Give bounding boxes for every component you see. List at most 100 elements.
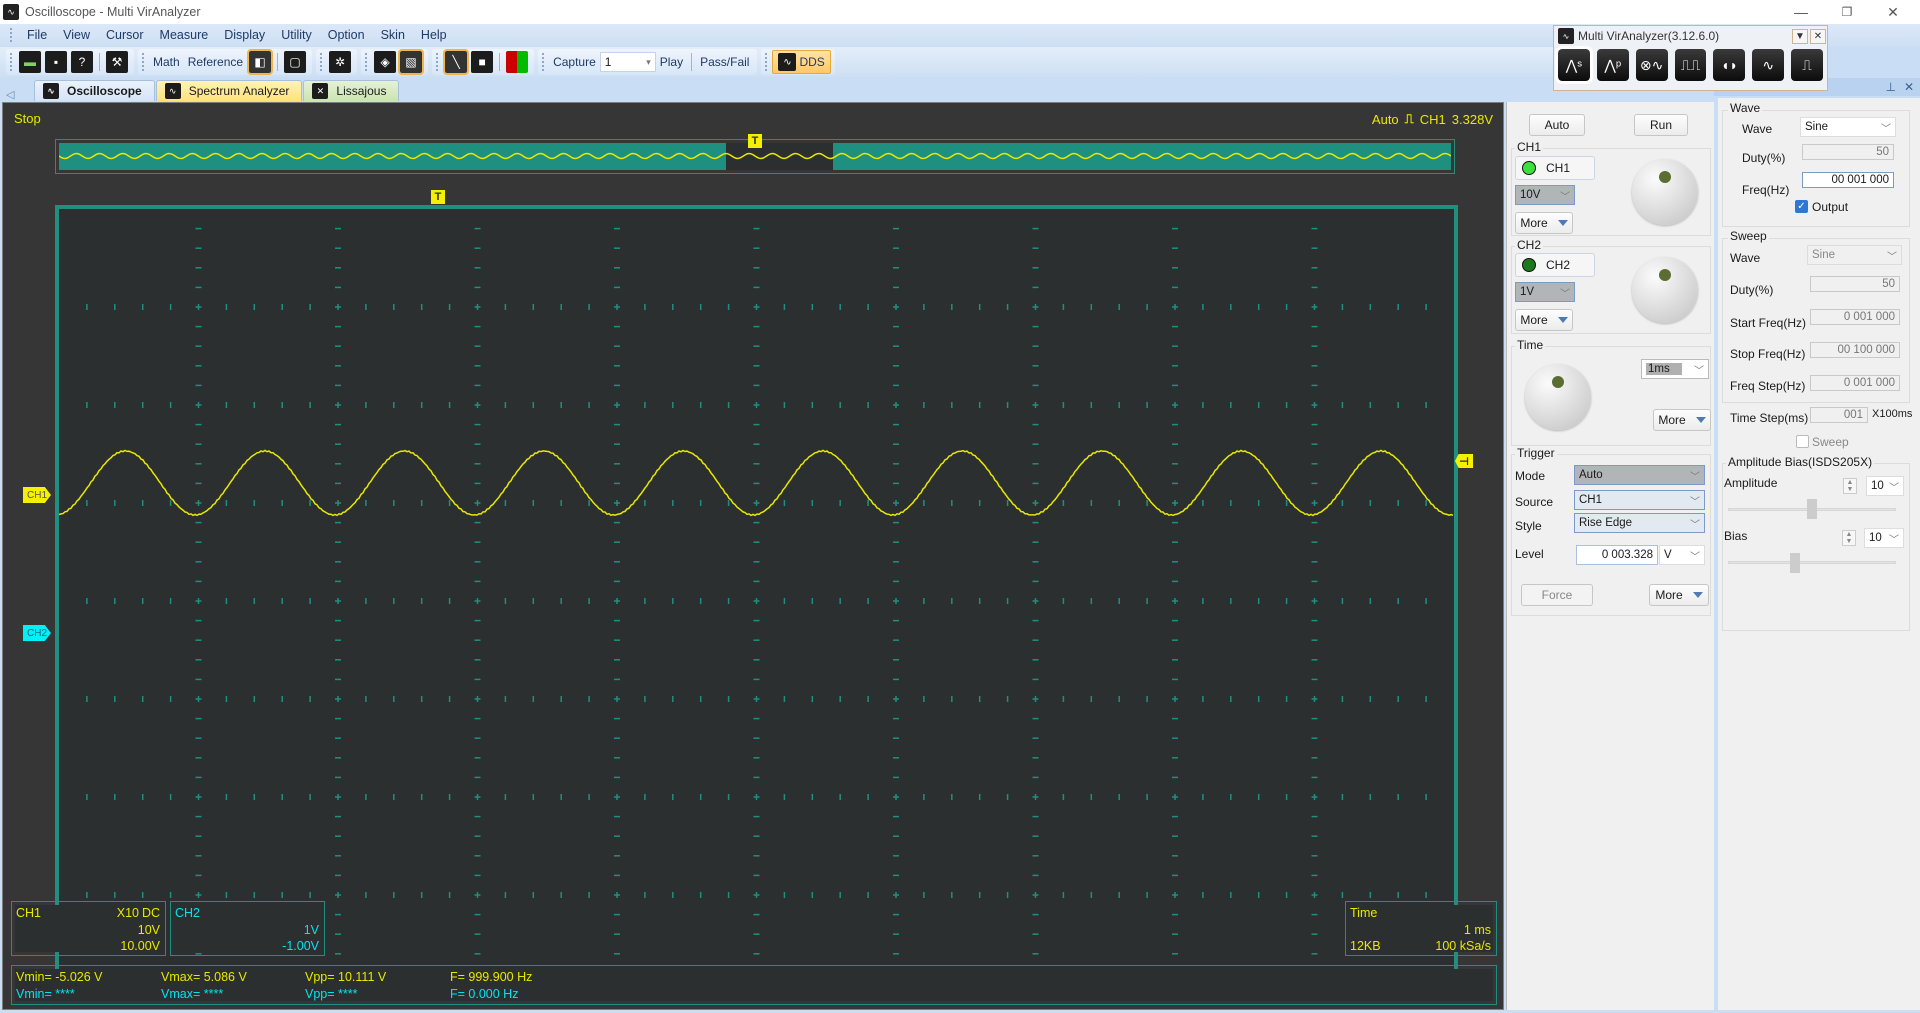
chevron-down-icon: ﹀ — [1690, 471, 1700, 483]
ch2-volts-select[interactable]: 1V ﹀ — [1515, 282, 1575, 302]
oscilloscope-icon: ∿ — [43, 83, 59, 99]
trigger-more-button[interactable]: More — [1649, 584, 1709, 606]
tab-lissajous[interactable]: ✕ Lissajous — [303, 80, 400, 101]
math-button[interactable]: Math — [149, 55, 184, 69]
spin-down-icon[interactable]: ▼ — [1847, 486, 1854, 493]
amplitude-slider-thumb[interactable] — [1807, 499, 1817, 519]
ch1-volts-select[interactable]: 10V ﹀ — [1515, 185, 1575, 205]
ch1-offset-marker[interactable]: CH1 — [23, 487, 51, 503]
close-button[interactable]: ✕ — [1870, 0, 1916, 24]
ch2-enable-button[interactable]: CH2 — [1515, 253, 1595, 277]
trigger-level-marker[interactable]: ⊣ — [1455, 454, 1473, 468]
ch2-offset-marker[interactable]: CH2 — [23, 625, 51, 641]
menu-measure[interactable]: Measure — [152, 28, 217, 42]
probe-icon[interactable]: ◈ — [374, 51, 397, 73]
open-folder-icon[interactable]: ▬ — [19, 51, 41, 73]
reference-button[interactable]: Reference — [184, 55, 247, 69]
spectrum-s-tool-icon[interactable]: ⋀ˢ — [1555, 46, 1593, 84]
save-icon[interactable]: ▪ — [45, 51, 67, 73]
amplitude-spinner[interactable]: ▲ ▼ — [1843, 478, 1857, 494]
spectrum-p-tool-icon[interactable]: ⋀ᵖ — [1596, 49, 1629, 81]
line-draw-icon[interactable]: ╲ — [443, 49, 470, 75]
overview-trigger-marker[interactable]: T — [748, 134, 762, 148]
burst-wave-tool-icon[interactable]: ◖◗ — [1713, 49, 1746, 81]
menu-skin[interactable]: Skin — [373, 28, 413, 42]
stop-square-icon[interactable]: ■ — [471, 51, 494, 73]
tab-oscilloscope[interactable]: ∿ Oscilloscope — [34, 80, 155, 101]
chevron-down-icon — [1557, 220, 1568, 226]
sweep-duty-input[interactable]: 50 — [1810, 276, 1900, 292]
trigger-position-marker[interactable]: T — [431, 190, 445, 204]
time-base-knob[interactable] — [1525, 364, 1591, 430]
duty-input[interactable]: 50 — [1802, 144, 1894, 160]
dds-close-icon[interactable]: ✕ — [1904, 80, 1914, 94]
tab-spectrum-analyzer[interactable]: ∿ Spectrum Analyzer — [155, 80, 303, 101]
spin-up-icon[interactable]: ▲ — [1847, 479, 1854, 486]
tool-window-titlebar[interactable]: ∿ Multi VirAnalyzer(3.12.6.0) — [1554, 26, 1827, 46]
tool-window-close-icon[interactable]: ✕ — [1810, 29, 1826, 44]
time-step-input[interactable]: 001 — [1810, 407, 1868, 423]
menu-option[interactable]: Option — [320, 28, 373, 42]
freq-input[interactable]: 00 001 000 — [1802, 172, 1894, 188]
bias-select[interactable]: 10 ﹀ — [1864, 528, 1904, 548]
auto-button[interactable]: Auto — [1529, 114, 1585, 136]
force-trigger-button[interactable]: Force — [1521, 584, 1593, 606]
freq-step-input[interactable]: 0 001 000 — [1810, 375, 1900, 391]
ch2-more-button[interactable]: More — [1515, 309, 1573, 331]
pin-icon[interactable]: ⊥ — [1885, 80, 1895, 94]
menu-utility[interactable]: Utility — [273, 28, 320, 42]
trigger-style-select[interactable]: Rise Edge ﹀ — [1574, 513, 1705, 533]
waveform-grid[interactable] — [55, 205, 1458, 997]
time-more-button[interactable]: More — [1653, 409, 1711, 431]
maximize-button[interactable]: ❐ — [1824, 0, 1870, 24]
hammer-icon[interactable]: ⚒ — [106, 51, 128, 73]
output-checkbox[interactable]: ✓ — [1795, 200, 1808, 213]
time-base-select[interactable]: 1ms ﹀ — [1641, 359, 1709, 379]
color-palette-icon[interactable] — [506, 51, 529, 73]
amplitude-select[interactable]: 10 ﹀ — [1866, 476, 1904, 496]
trigger-level-input[interactable]: 0 003.328 — [1576, 545, 1658, 565]
help-icon[interactable]: ? — [71, 51, 93, 73]
ch2-volts-knob[interactable] — [1632, 257, 1698, 323]
sweep-checkbox[interactable] — [1796, 435, 1809, 448]
square-wave-tool-icon[interactable]: ⎍⎍ — [1674, 49, 1707, 81]
arbitrary-wave-tool-icon[interactable]: ∿ — [1752, 49, 1785, 81]
pulse-tool-icon[interactable]: ⎍ — [1791, 49, 1824, 81]
dds-button[interactable]: ∿ DDS — [772, 50, 831, 74]
fullscreen-icon[interactable]: ▢ — [284, 51, 307, 73]
trigger-mode-select[interactable]: Auto ﹀ — [1574, 465, 1705, 485]
bias-spinner[interactable]: ▲ ▼ — [1842, 530, 1856, 546]
zoom-center-icon[interactable]: ✲ — [329, 51, 352, 73]
capture-count-select[interactable]: 1 ▾ — [599, 52, 656, 72]
menu-file[interactable]: File — [19, 28, 55, 42]
tab-scroll-left-icon[interactable]: ◁ — [6, 88, 34, 101]
pass-fail-button[interactable]: Pass/Fail — [696, 55, 753, 69]
bias-slider-track[interactable] — [1728, 561, 1896, 564]
spin-down-icon[interactable]: ▼ — [1846, 538, 1853, 545]
sweep-wave-select[interactable]: Sine ﹀ — [1807, 245, 1902, 265]
menu-help[interactable]: Help — [413, 28, 455, 42]
tool-window-menu-icon[interactable]: ▼ — [1792, 29, 1808, 44]
ch1-led-icon — [1522, 161, 1536, 175]
trigger-source-select[interactable]: CH1 ﹀ — [1574, 490, 1705, 510]
menu-view[interactable]: View — [55, 28, 98, 42]
wave-select[interactable]: Sine ﹀ — [1800, 117, 1896, 137]
menu-cursor[interactable]: Cursor — [98, 28, 152, 42]
ch1-more-button[interactable]: More — [1515, 212, 1573, 234]
run-button[interactable]: Run — [1634, 114, 1688, 136]
spin-up-icon[interactable]: ▲ — [1846, 531, 1853, 538]
screenshot-icon[interactable]: ▧ — [398, 49, 425, 75]
play-button[interactable]: Play — [656, 55, 687, 69]
start-freq-input[interactable]: 0 001 000 — [1810, 309, 1900, 325]
bias-slider-thumb[interactable] — [1790, 553, 1801, 573]
minimize-button[interactable]: — — [1778, 0, 1824, 24]
stop-freq-input[interactable]: 00 100 000 — [1810, 342, 1900, 358]
ch1-volts-knob[interactable] — [1632, 159, 1698, 225]
trigger-level-unit-select[interactable]: V ﹀ — [1659, 545, 1705, 565]
graticule — [59, 227, 1454, 975]
split-view-icon[interactable]: ◧ — [247, 49, 274, 75]
dds-panel: ⊥ ✕ Wave Wave Sine ﹀ Duty(%) 50 Freq(Hz) … — [1714, 78, 1920, 1010]
recorder-tool-icon[interactable]: ⊗∿ — [1635, 49, 1668, 81]
menu-display[interactable]: Display — [216, 28, 273, 42]
ch1-enable-button[interactable]: CH1 — [1515, 156, 1595, 180]
